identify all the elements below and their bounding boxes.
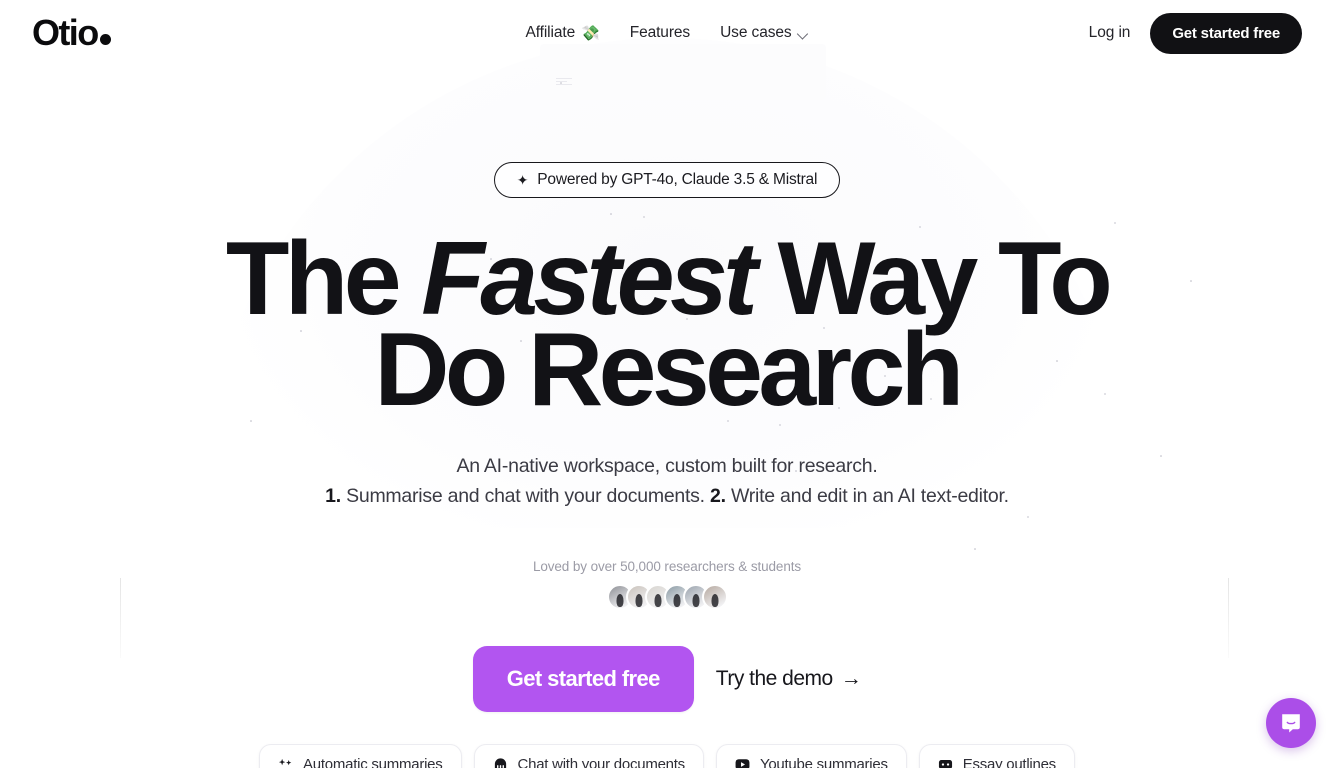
chat-robot-icon	[493, 757, 508, 768]
chip-label: Essay outlines	[962, 756, 1056, 768]
chevron-down-icon	[798, 29, 809, 40]
header-actions: Log in Get started free	[1089, 12, 1302, 54]
logo-text: Otio	[32, 12, 99, 53]
chip-chat-with-your-documents[interactable]: Chat with your documents	[473, 744, 704, 768]
powered-by-badge-label: Powered by GPT-4o, Claude 3.5 & Mistral	[537, 171, 818, 188]
hero-section: ✦ Powered by GPT-4o, Claude 3.5 & Mistra…	[0, 66, 1334, 712]
intercom-chat-launcher[interactable]	[1266, 698, 1316, 748]
feature-chip-row: Automatic summaries Chat with your docum…	[0, 744, 1334, 768]
try-the-demo-label: Try the demo	[715, 666, 833, 690]
chip-youtube-summaries[interactable]: Youtube summaries	[715, 744, 907, 768]
subhead-step-1-text: Summarise and chat with your documents.	[340, 484, 711, 507]
nav-item-use-cases[interactable]: Use cases	[720, 24, 808, 42]
hero-cta-row: Get started free Try the demo →	[0, 645, 1334, 712]
main-navigation: Affiliate 💸 Features Use cases	[525, 24, 808, 42]
nav-item-label: Use cases	[720, 24, 792, 41]
powered-by-badge[interactable]: ✦ Powered by GPT-4o, Claude 3.5 & Mistra…	[493, 162, 841, 198]
logo-dot-icon	[99, 34, 111, 45]
chip-essay-outlines[interactable]: Essay outlines	[918, 744, 1075, 768]
subhead-step-1-number: 1.	[325, 484, 341, 507]
chip-label: Chat with your documents	[517, 756, 686, 768]
page-title: The Fastest Way To Do Research	[0, 227, 1334, 423]
intercom-chat-icon	[1282, 714, 1300, 733]
sparkle-icon: ✦	[516, 171, 529, 188]
nav-item-label: Features	[629, 24, 691, 41]
avatar	[701, 583, 728, 610]
subhead-line-1: An AI-native workspace, custom built for…	[456, 454, 878, 477]
header-get-started-button[interactable]: Get started free	[1150, 12, 1302, 54]
headline-line-2: Do Research	[374, 312, 964, 429]
subhead-step-2-number: 2.	[710, 484, 726, 507]
chip-label: Youtube summaries	[759, 756, 888, 768]
social-proof-text: Loved by over 50,000 researchers & stude…	[532, 558, 802, 574]
arrow-right-icon: →	[840, 666, 862, 690]
hero-subheading: An AI-native workspace, custom built for…	[0, 451, 1334, 511]
outline-doc-icon	[938, 757, 953, 768]
sparkle-pair-icon	[278, 757, 293, 768]
youtube-play-icon	[735, 757, 750, 768]
avatar-group	[0, 583, 1334, 610]
nav-item-label: Affiliate	[525, 24, 576, 41]
site-header: Otio Affiliate 💸 Features Use cases Log …	[0, 0, 1334, 66]
hero-get-started-button[interactable]: Get started free	[472, 645, 694, 712]
login-link[interactable]: Log in	[1089, 24, 1131, 42]
nav-item-features[interactable]: Features	[630, 24, 690, 42]
logo-otio[interactable]: Otio	[32, 15, 111, 51]
money-with-wings-emoji: 💸	[581, 24, 600, 42]
subhead-step-2-text: Write and edit in an AI text-editor.	[725, 484, 1009, 507]
chip-automatic-summaries[interactable]: Automatic summaries	[259, 744, 462, 768]
nav-item-affiliate[interactable]: Affiliate 💸	[525, 24, 599, 42]
chip-label: Automatic summaries	[303, 756, 443, 768]
try-the-demo-link[interactable]: Try the demo →	[715, 666, 862, 691]
